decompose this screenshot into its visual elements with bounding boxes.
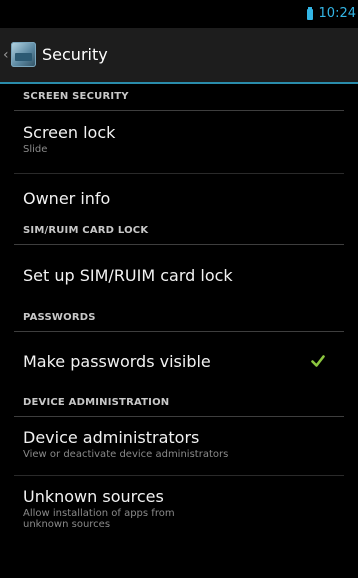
list-item-title: Unknown sources xyxy=(23,487,164,506)
list-item-screen-lock[interactable]: Screen lock Slide xyxy=(0,111,358,173)
list-item-summary: View or deactivate device administrators xyxy=(23,449,229,460)
page-title: Security xyxy=(42,45,108,64)
section-label: SIM/RUIM CARD LOCK xyxy=(23,225,149,236)
section-header-device-admin: DEVICE ADMINISTRATION xyxy=(14,390,344,417)
list-item-summary: Allow installation of apps from xyxy=(23,508,175,519)
list-item-unknown-sources[interactable]: Unknown sources Allow installation of ap… xyxy=(0,476,358,536)
settings-list: SCREEN SECURITY Screen lock Slide Owner … xyxy=(0,84,358,536)
action-bar: ‹ Security xyxy=(0,28,358,84)
clock: 10:24 xyxy=(318,6,356,21)
back-caret-icon[interactable]: ‹ xyxy=(3,47,9,63)
list-item-title: Set up SIM/RUIM card lock xyxy=(23,266,233,285)
list-item-title: Make passwords visible xyxy=(23,352,211,371)
list-item-title: Screen lock xyxy=(23,123,116,142)
list-item-summary: Slide xyxy=(23,144,48,155)
section-label: SCREEN SECURITY xyxy=(23,91,129,102)
list-item-sim-lock[interactable]: Set up SIM/RUIM card lock xyxy=(0,245,358,305)
status-bar: 10:24 xyxy=(0,0,358,28)
section-header-screen-security: SCREEN SECURITY xyxy=(14,84,344,111)
section-header-sim-lock: SIM/RUIM CARD LOCK xyxy=(14,218,344,245)
security-settings-icon[interactable] xyxy=(11,42,36,67)
section-header-passwords: PASSWORDS xyxy=(14,305,344,332)
status-right: 10:24 xyxy=(306,6,356,21)
battery-icon xyxy=(306,6,313,20)
section-label: DEVICE ADMINISTRATION xyxy=(23,397,170,408)
list-item-owner-info[interactable]: Owner info xyxy=(0,174,358,218)
list-item-title: Owner info xyxy=(23,189,111,208)
list-item-device-administrators[interactable]: Device administrators View or deactivate… xyxy=(0,417,358,475)
section-label: PASSWORDS xyxy=(23,312,96,323)
list-item-summary-line2: unknown sources xyxy=(23,519,111,530)
checkmark-icon[interactable] xyxy=(311,354,325,368)
list-item-make-passwords-visible[interactable]: Make passwords visible xyxy=(0,332,358,390)
list-item-title: Device administrators xyxy=(23,428,200,447)
